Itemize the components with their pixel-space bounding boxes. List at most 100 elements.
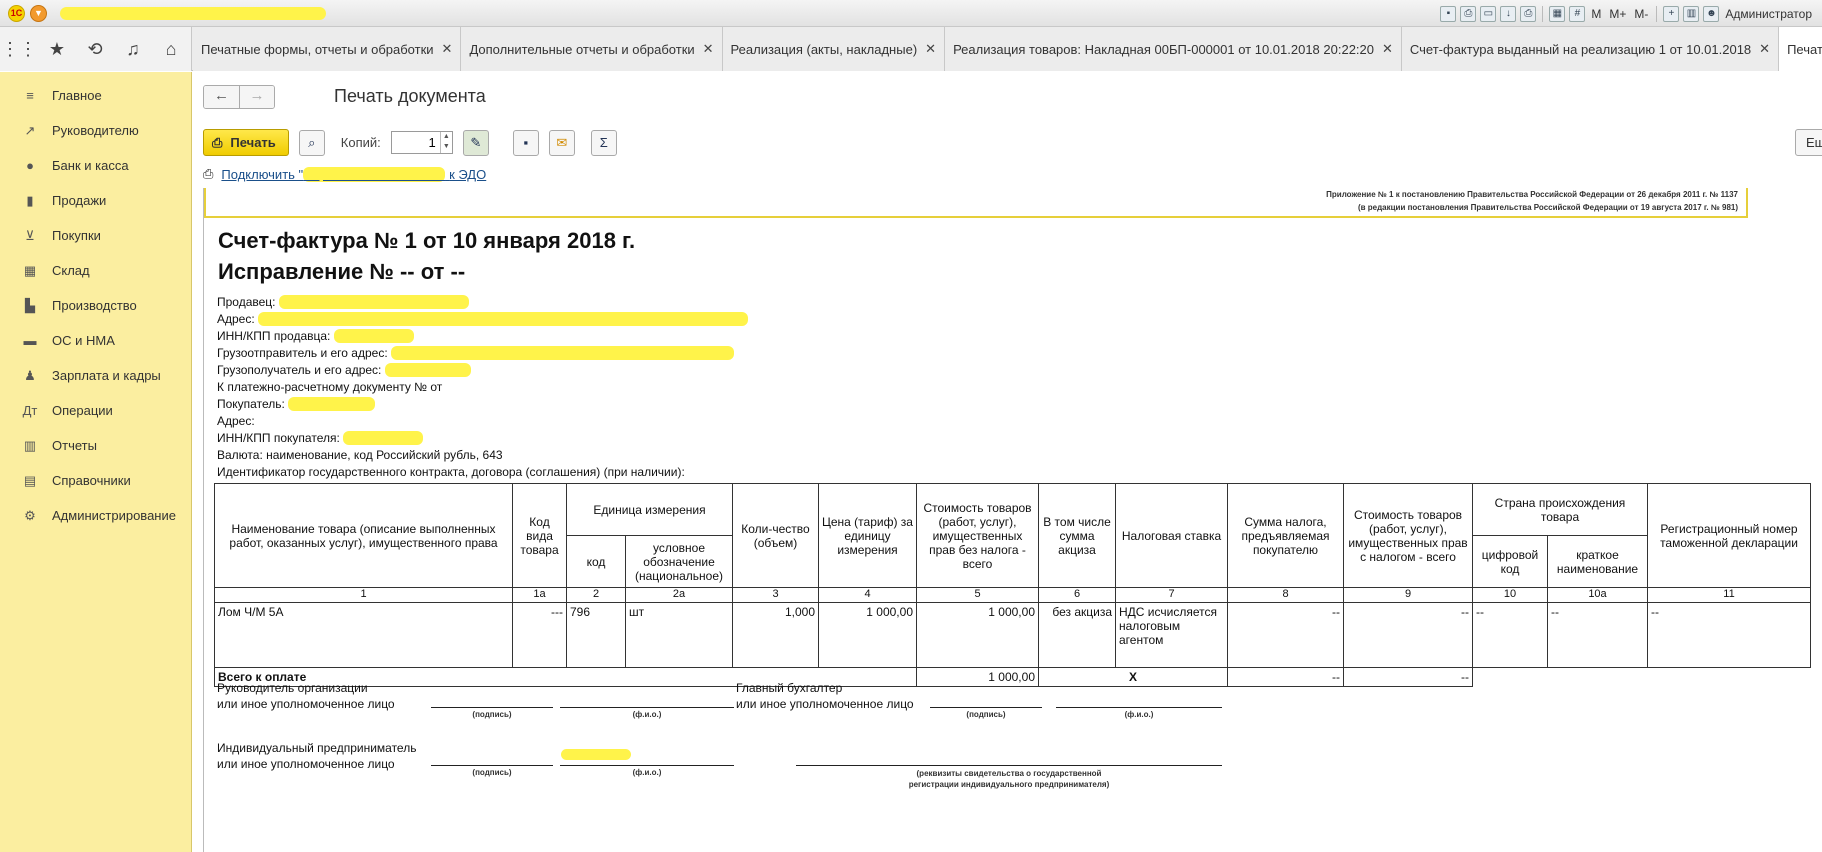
print-disabled-icon[interactable]: ⎙ bbox=[1520, 5, 1537, 22]
quick-panel: ⋮⋮ ★ ⟲ ♫ ⌂ bbox=[0, 27, 192, 71]
invoice-table: Наименование товара (описание выполненны… bbox=[214, 483, 1811, 687]
head-signature-label: Руководитель организации или иное уполном… bbox=[217, 681, 395, 711]
calendar-icon[interactable]: ▦ bbox=[1549, 5, 1566, 22]
cell-country-name: -- bbox=[1547, 602, 1648, 668]
close-icon[interactable]: ✕ bbox=[703, 41, 714, 57]
favorites-star-icon[interactable]: ★ bbox=[38, 27, 76, 71]
currency-row: Валюта: наименование, код Российский руб… bbox=[217, 448, 503, 462]
contract-id-row: Идентификатор государственного контракта… bbox=[217, 465, 685, 479]
memory-plus-button[interactable]: M+ bbox=[1607, 7, 1628, 21]
cell-tax-sum: -- bbox=[1227, 602, 1344, 668]
tab-sales-list[interactable]: Реализация (акты, накладные) ✕ bbox=[722, 27, 946, 71]
notifications-bell-icon[interactable]: ♫ bbox=[114, 27, 152, 71]
column-number: 1а bbox=[512, 587, 567, 603]
col-header-cost-with-tax: Стоимость товаров (работ, услуг), имущес… bbox=[1343, 483, 1473, 588]
table-header-row: Наименование товара (описание выполненны… bbox=[214, 483, 1811, 588]
col-header-country: Страна происхождения товара bbox=[1472, 483, 1648, 536]
sidebar-item-bank[interactable]: ● Банк и касса bbox=[0, 148, 191, 183]
sidebar-item-label: Производство bbox=[52, 298, 137, 313]
correction-heading: Исправление № -- от -- bbox=[218, 259, 466, 284]
redaction-highlight bbox=[561, 749, 631, 760]
sidebar-item-label: Операции bbox=[52, 403, 113, 418]
preview-icon[interactable]: ▭ bbox=[1480, 5, 1497, 22]
history-icon[interactable]: ⟲ bbox=[76, 27, 114, 71]
sidebar-item-operations[interactable]: Дт Операции bbox=[0, 393, 191, 428]
tab-invoice[interactable]: Счет-фактура выданный на реализацию 1 от… bbox=[1401, 27, 1780, 71]
print-icon[interactable]: ⎙ bbox=[1460, 5, 1477, 22]
more-button[interactable]: Ещ bbox=[1795, 129, 1822, 156]
tab-print-forms[interactable]: Печатные формы, отчеты и обработки ✕ bbox=[193, 27, 462, 71]
sidebar-item-label: Покупки bbox=[52, 228, 101, 243]
menu-icon: ≡ bbox=[26, 88, 34, 103]
sidebar-item-main[interactable]: ≡ Главное bbox=[0, 78, 191, 113]
tab-print-document[interactable]: Печать документ bbox=[1779, 27, 1822, 71]
sidebar-item-catalogs[interactable]: ▤ Справочники bbox=[0, 463, 191, 498]
redaction-highlight: РОССИЯ, 623051, Свердловская обл, Нижний… bbox=[258, 312, 748, 326]
close-icon[interactable]: ✕ bbox=[1759, 41, 1770, 57]
tab-label: Реализация товаров: Накладная 00БП-00000… bbox=[953, 41, 1374, 57]
sidebar-item-purchases[interactable]: ⊻ Покупки bbox=[0, 218, 191, 253]
sum-icon[interactable]: Σ bbox=[590, 129, 617, 156]
close-icon[interactable]: ✕ bbox=[442, 41, 453, 57]
sidebar-item-label: Администрирование bbox=[52, 508, 176, 523]
tab-sales-document[interactable]: Реализация товаров: Накладная 00БП-00000… bbox=[945, 27, 1402, 71]
app-logo-icon: 1С bbox=[8, 5, 25, 22]
total-tax-sum: -- bbox=[1227, 667, 1344, 687]
redaction-highlight: 662325151762 bbox=[333, 329, 414, 343]
tab-additional-reports[interactable]: Дополнительные отчеты и обработки ✕ bbox=[461, 27, 723, 71]
preview-search-icon[interactable]: ⌕ bbox=[298, 129, 325, 156]
factory-icon: ▙ bbox=[25, 297, 35, 313]
edit-mode-icon[interactable]: ✎ bbox=[462, 129, 489, 156]
trend-icon: ↗ bbox=[24, 122, 36, 138]
print-button[interactable]: ⎙ Печать bbox=[203, 129, 289, 156]
sidebar-item-reports[interactable]: ▥ Отчеты bbox=[0, 428, 191, 463]
grid-menu-icon[interactable]: ⋮⋮ bbox=[0, 27, 38, 71]
column-number: 4 bbox=[818, 587, 917, 603]
panels-icon[interactable]: ▥ bbox=[1683, 5, 1700, 22]
sidebar-item-assets[interactable]: ▬ ОС и НМА bbox=[0, 323, 191, 358]
caption-name: (ф.и.о.) bbox=[632, 710, 662, 719]
col-header-price: Цена (тариф) за единицу измерения bbox=[818, 483, 917, 588]
sidebar-item-sales[interactable]: ▮ Продажи bbox=[0, 183, 191, 218]
main-menu-icon[interactable]: ▼ bbox=[30, 5, 47, 22]
zoom-icon[interactable]: + bbox=[1663, 5, 1680, 22]
signature-line bbox=[431, 707, 553, 708]
sidebar-item-production[interactable]: ▙ Производство bbox=[0, 288, 191, 323]
user-icon[interactable]: ☻ bbox=[1703, 5, 1720, 22]
save-file-icon[interactable]: ▪ bbox=[512, 129, 539, 156]
edo-connect-link[interactable]: Подключить " Юрин Николай Вла к ЭДО bbox=[221, 166, 486, 182]
sidebar-item-label: Зарплата и кадры bbox=[52, 368, 161, 383]
copies-input[interactable] bbox=[391, 132, 440, 153]
cell-cost-no-tax: 1 000,00 bbox=[916, 602, 1039, 668]
cell-tax-rate: НДС исчисляется налоговым агентом bbox=[1115, 602, 1228, 668]
buyer-address-row: Адрес: bbox=[217, 414, 255, 428]
download-icon[interactable]: ↓ bbox=[1500, 5, 1517, 22]
col-header-unit: Единица измерения bbox=[566, 483, 733, 536]
total-cost-no-tax: 1 000,00 bbox=[916, 667, 1039, 687]
calculator-icon[interactable]: # bbox=[1569, 5, 1586, 22]
close-icon[interactable]: ✕ bbox=[1382, 41, 1393, 57]
sidebar-item-administration[interactable]: ⚙ Администрирование bbox=[0, 498, 191, 533]
memory-minus-button[interactable]: M- bbox=[1632, 7, 1650, 21]
email-icon[interactable]: ✉ bbox=[548, 129, 575, 156]
redaction-highlight: Юрин Николай Вла bbox=[303, 166, 446, 182]
back-arrow-icon[interactable]: ← bbox=[204, 86, 239, 108]
forward-arrow-icon[interactable]: → bbox=[239, 86, 274, 108]
sidebar-item-payroll[interactable]: ♟ Зарплата и кадры bbox=[0, 358, 191, 393]
close-icon[interactable]: ✕ bbox=[925, 41, 936, 57]
current-user[interactable]: Администратор bbox=[1723, 7, 1814, 21]
toolbar-divider bbox=[1542, 5, 1544, 22]
sidebar-item-warehouse[interactable]: ▦ Склад bbox=[0, 253, 191, 288]
title-toolbar: ▪ ⎙ ▭ ↓ ⎙ ▦ # M M+ M- + ▥ ☻ Администрато… bbox=[1440, 4, 1814, 23]
sidebar-item-label: Продажи bbox=[52, 193, 107, 208]
title-bar: 1С ▼ ▪ ⎙ ▭ ↓ ⎙ ▦ # M M+ M- + ▥ ☻ Админис… bbox=[0, 0, 1822, 27]
memory-button[interactable]: M bbox=[1589, 7, 1603, 21]
cell-customs: -- bbox=[1647, 602, 1811, 668]
copies-stepper[interactable]: ▲▼ bbox=[390, 131, 453, 154]
home-icon[interactable]: ⌂ bbox=[152, 27, 190, 71]
window-title-redacted bbox=[60, 7, 326, 20]
col-header-name: Наименование товара (описание выполненны… bbox=[214, 483, 513, 588]
stepper-arrows-icon[interactable]: ▲ ▼ bbox=[439, 132, 452, 153]
sidebar-item-manager[interactable]: ↗ Руководителю bbox=[0, 113, 191, 148]
save-icon[interactable]: ▪ bbox=[1440, 5, 1457, 22]
